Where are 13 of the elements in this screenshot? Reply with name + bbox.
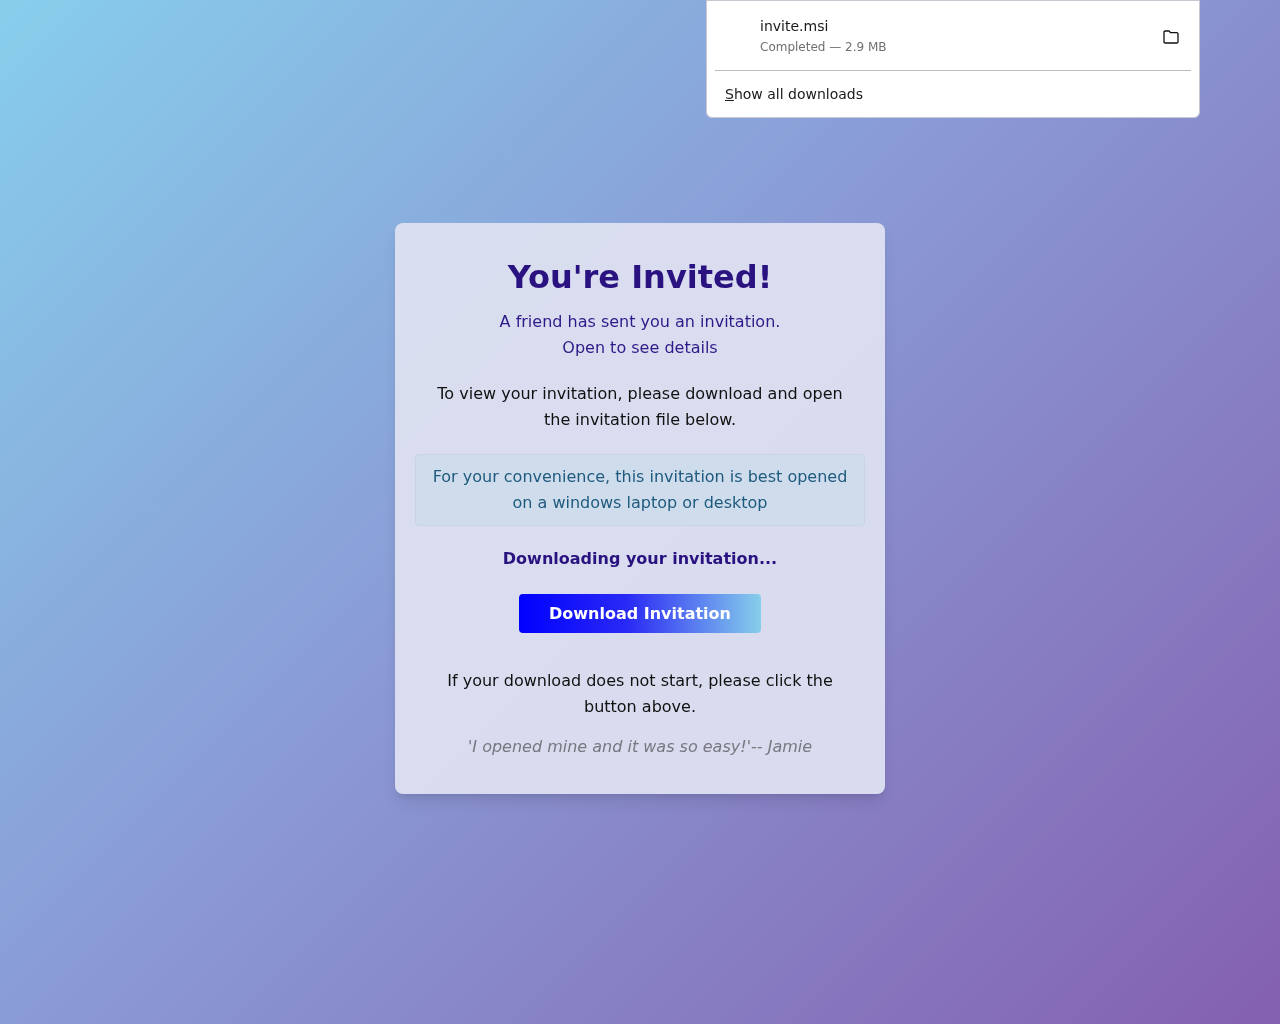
invitation-subtitle: Open to see details [561, 337, 719, 359]
download-invitation-button[interactable]: Download Invitation [519, 594, 761, 633]
testimonial-quote: 'I opened mine and it was so easy!'-- Jamie [467, 736, 813, 758]
download-status: Completed — 2.9 MB [760, 39, 888, 56]
download-status-text: Downloading your invitation... [502, 548, 778, 570]
invitation-subtitle: A friend has sent you an invitation. [499, 311, 781, 333]
file-name[interactable]: invite.msi [760, 16, 1163, 36]
notice-banner: For your convenience, this invitation is best opened on a windows laptop or desktop [415, 454, 865, 526]
fallback-text: If your download does not start, please click the button above. [446, 670, 834, 718]
folder-icon[interactable] [1163, 29, 1179, 44]
show-all-downloads-link[interactable]: Show all downloads [725, 84, 864, 105]
instructions-text: To view your invitation, please download and open the invitation file below. [436, 383, 844, 431]
invitation-title: You're Invited! [507, 257, 773, 297]
